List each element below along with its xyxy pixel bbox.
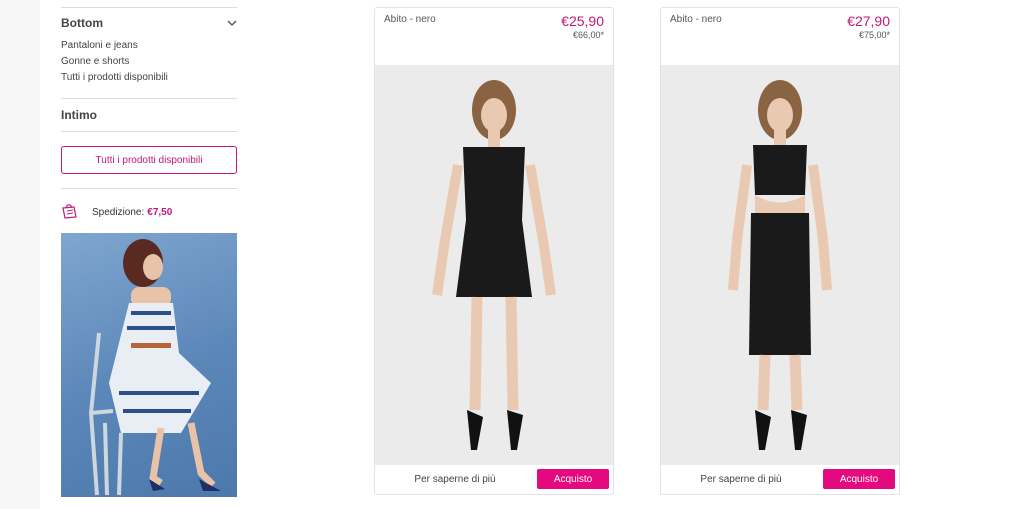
learn-more-link[interactable]: Per saperne di più [661, 474, 821, 485]
buy-button[interactable]: Acquisto [823, 469, 895, 489]
model-black-dress-photo [432, 80, 556, 450]
learn-more-link[interactable]: Per saperne di più [375, 474, 535, 485]
product-card-footer: Per saperne di più Acquisto [661, 464, 899, 494]
category-bottom[interactable]: Bottom [61, 16, 237, 30]
model-seated-illustration [88, 239, 221, 496]
all-products-button[interactable]: Tutti i prodotti disponibili [61, 146, 237, 174]
product-price: €25,90 [561, 13, 604, 29]
buy-button[interactable]: Acquisto [537, 469, 609, 489]
product-image[interactable] [375, 65, 613, 465]
filter-sidebar: Bottom Pantaloni e jeans Gonne e shorts … [61, 0, 237, 497]
product-name[interactable]: Abito - nero [384, 14, 436, 25]
divider [61, 98, 237, 99]
sidebar-item-gonne[interactable]: Gonne e shorts [61, 54, 237, 70]
product-card-header: Abito - nero €27,90 €75,00* [661, 8, 899, 65]
product-card[interactable]: Abito - nero €27,90 €75,00* Per saperne … [660, 7, 900, 495]
shopping-bag-icon [62, 204, 77, 219]
chevron-down-icon[interactable] [227, 18, 237, 28]
model-black-cutout-dress-photo [728, 80, 832, 450]
category-bottom-title: Bottom [61, 16, 103, 30]
product-old-price: €75,00* [858, 30, 890, 40]
product-card-footer: Per saperne di più Acquisto [375, 464, 613, 494]
divider [61, 131, 237, 132]
shipping-price: €7,50 [147, 206, 173, 218]
product-price: €27,90 [847, 13, 890, 29]
product-image[interactable] [661, 65, 899, 465]
sidebar-item-tutti[interactable]: Tutti i prodotti disponibili [61, 70, 237, 86]
category-intimo-title: Intimo [61, 108, 97, 122]
product-card-header: Abito - nero €25,90 €66,00* [375, 8, 613, 65]
sidebar-item-pantaloni[interactable]: Pantaloni e jeans [61, 38, 237, 54]
divider [61, 7, 237, 8]
shipping-info: Spedizione: €7,50 [61, 204, 237, 220]
divider [61, 188, 237, 189]
category-bottom-list: Pantaloni e jeans Gonne e shorts Tutti i… [61, 38, 237, 86]
product-name[interactable]: Abito - nero [670, 14, 722, 25]
product-old-price: €66,00* [572, 30, 604, 40]
page-gutter [0, 0, 40, 509]
shipping-label: Spedizione: [92, 206, 145, 218]
product-card[interactable]: Abito - nero €25,90 €66,00* Per saperne … [374, 7, 614, 495]
category-intimo[interactable]: Intimo [61, 108, 237, 122]
promo-banner-image[interactable] [61, 233, 237, 497]
